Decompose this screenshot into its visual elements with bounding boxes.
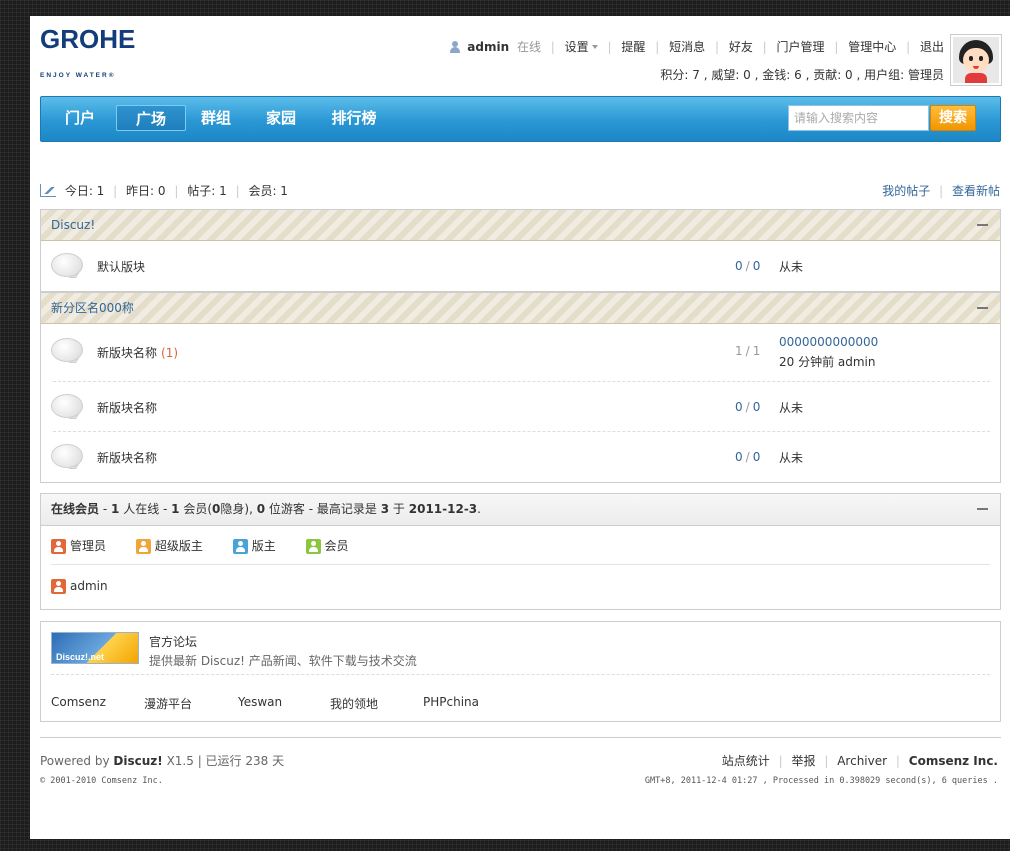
forum-bubble-icon: [51, 394, 83, 420]
my-posts-link[interactable]: 我的帖子: [882, 184, 930, 198]
forum-last-post: 从未: [779, 451, 804, 465]
forum-row: 新版块名称 0/0 从未: [41, 382, 1000, 432]
forum-last-post: 0000000000000 20 分钟前 admin: [779, 335, 878, 370]
role-mod: 版主: [232, 537, 276, 554]
nav-home[interactable]: 家园: [256, 105, 306, 131]
site-logo[interactable]: GROHE ENJOY WATER®: [40, 24, 136, 84]
processing-info: GMT+8, 2011-12-4 01:27 , Processed in 0.…: [644, 776, 998, 786]
messages-link[interactable]: 短消息: [669, 38, 705, 55]
friend-link[interactable]: Comsenz: [51, 695, 106, 709]
report-link[interactable]: 举报: [792, 754, 816, 768]
stat-today: 今日: 1: [64, 184, 105, 198]
nav-ranking[interactable]: 排行榜: [323, 105, 385, 131]
role-legend: 管理员 超级版主 版主 会员: [51, 537, 375, 554]
forum-thread-post-count: 0/0: [735, 450, 761, 464]
user-credits: 积分: 7 , 威望: 0 , 金钱: 6 , 贡献: 0 , 用户组: 管理员: [660, 68, 944, 82]
super-moderator-icon: [135, 539, 151, 554]
nav-portal[interactable]: 门户: [55, 105, 105, 131]
forum-last-post: 从未: [779, 401, 804, 415]
stat-posts: 帖子: 1: [187, 184, 227, 198]
nav-groups[interactable]: 群组: [191, 105, 241, 131]
powered-by: Powered by Discuz! X1.5 | 已运行 238 天: [40, 754, 285, 768]
main-nav: 门户 广场 群组 家园 排行榜 请输入搜索内容 搜索: [40, 96, 1001, 142]
copyright: © 2001-2010 Comsenz Inc.: [40, 776, 163, 786]
last-post-title[interactable]: 0000000000000: [779, 335, 878, 349]
portal-admin-link[interactable]: 门户管理: [777, 38, 825, 55]
category-title[interactable]: 新分区名000称: [51, 301, 134, 315]
category-header: 新分区名000称: [41, 293, 1000, 324]
admin-icon: [51, 539, 66, 554]
forum-bubble-icon: [51, 444, 83, 470]
nav-plaza[interactable]: 广场: [116, 105, 186, 131]
friend-link[interactable]: PHPchina: [423, 695, 479, 709]
product-link[interactable]: Discuz!: [113, 754, 162, 768]
online-user[interactable]: admin: [51, 579, 108, 594]
friend-link[interactable]: 我的领地: [330, 695, 378, 712]
forum-thread-post-count: 0/0: [735, 259, 761, 273]
friends-link[interactable]: 好友: [729, 38, 753, 55]
category-header: Discuz!: [41, 210, 1000, 241]
forum-name[interactable]: 新版块名称: [97, 449, 157, 466]
stats-links: 我的帖子 | 查看新帖: [882, 184, 1000, 198]
online-header: 在线会员 - 1 人在线 - 1 会员(0隐身), 0 位游客 - 最高记录是 …: [41, 494, 1000, 526]
logo-tagline: ENJOY WATER®: [40, 72, 116, 79]
role-super-mod: 超级版主: [135, 537, 203, 554]
new-post-count: (1): [161, 346, 179, 360]
forum-name[interactable]: 默认版块: [97, 258, 145, 275]
logout-link[interactable]: 退出: [920, 38, 944, 55]
role-admin: 管理员: [51, 537, 106, 554]
stat-members: 会员: 1: [248, 184, 288, 198]
username-link[interactable]: admin: [467, 40, 509, 54]
forum-thread-post-count: 1/1: [735, 344, 761, 358]
friend-links: Discuz!.net 官方论坛 提供最新 Discuz! 产品新闻、软件下载与…: [40, 621, 1001, 722]
logo-brand: GROHE: [40, 24, 136, 54]
forum-row: 新版块名称 0/0 从未: [41, 432, 1000, 482]
new-posts-link[interactable]: 查看新帖: [952, 184, 1000, 198]
discuz-logo[interactable]: Discuz!.net: [51, 632, 139, 664]
settings-menu[interactable]: 设置: [565, 38, 589, 55]
search-button[interactable]: 搜索: [930, 105, 976, 131]
company-link[interactable]: Comsenz Inc.: [909, 754, 998, 768]
stat-yesterday: 昨日: 0: [126, 184, 166, 198]
chevron-down-icon: [591, 44, 598, 49]
search-input[interactable]: 请输入搜索内容: [788, 105, 929, 131]
forum-row: 默认版块 0/0 从未: [41, 241, 1000, 291]
avatar[interactable]: [950, 34, 1002, 86]
category-new-section: 新分区名000称 新版块名称 (1) 1/1 0000000000000 20 分…: [40, 292, 1001, 483]
admin-center-link[interactable]: 管理中心: [848, 38, 896, 55]
archiver-link[interactable]: Archiver: [837, 754, 887, 768]
user-icon: [449, 40, 461, 53]
official-forum-link[interactable]: 官方论坛: [149, 633, 197, 650]
collapse-icon[interactable]: [977, 508, 988, 510]
forum-stats: 今日: 1 | 昨日: 0 | 帖子: 1 | 会员: 1: [40, 182, 288, 199]
collapse-icon[interactable]: [977, 224, 988, 226]
collapse-icon[interactable]: [977, 307, 988, 309]
forum-bubble-icon: [51, 253, 83, 279]
friend-link[interactable]: 漫游平台: [144, 695, 192, 712]
page: GROHE ENJOY WATER® admin 在线 | 设置 | 提醒 | …: [30, 16, 1010, 839]
site-stats-link[interactable]: 站点统计: [722, 754, 770, 768]
forum-name[interactable]: 新版块名称 (1): [97, 344, 178, 361]
forum-bubble-icon: [51, 338, 83, 364]
online-title[interactable]: 在线会员: [51, 502, 99, 516]
chart-icon: [40, 184, 56, 197]
category-discuz: Discuz! 默认版块 0/0 从未: [40, 209, 1001, 292]
official-forum-desc: 提供最新 Discuz! 产品新闻、软件下载与技术交流: [149, 654, 417, 668]
forum-thread-post-count: 0/0: [735, 400, 761, 414]
forum-row: 新版块名称 (1) 1/1 0000000000000 20 分钟前 admin: [41, 324, 1000, 382]
category-title[interactable]: Discuz!: [51, 218, 95, 232]
forum-name[interactable]: 新版块名称: [97, 399, 157, 416]
reminders-link[interactable]: 提醒: [621, 38, 645, 55]
user-bar: admin 在线 | 设置 | 提醒 | 短消息 | 好友 | 门户管理 | 管…: [449, 38, 944, 54]
admin-icon: [51, 579, 66, 594]
last-post-meta: 20 分钟前 admin: [779, 355, 876, 369]
role-member: 会员: [305, 537, 349, 554]
online-members: 在线会员 - 1 人在线 - 1 会员(0隐身), 0 位游客 - 最高记录是 …: [40, 493, 1001, 610]
member-icon: [305, 539, 321, 554]
forum-last-post: 从未: [779, 260, 804, 274]
online-status: 在线: [516, 40, 541, 54]
footer-links: 站点统计 | 举报 | Archiver | Comsenz Inc.: [721, 754, 998, 768]
moderator-icon: [232, 539, 248, 554]
friend-link[interactable]: Yeswan: [238, 695, 282, 709]
